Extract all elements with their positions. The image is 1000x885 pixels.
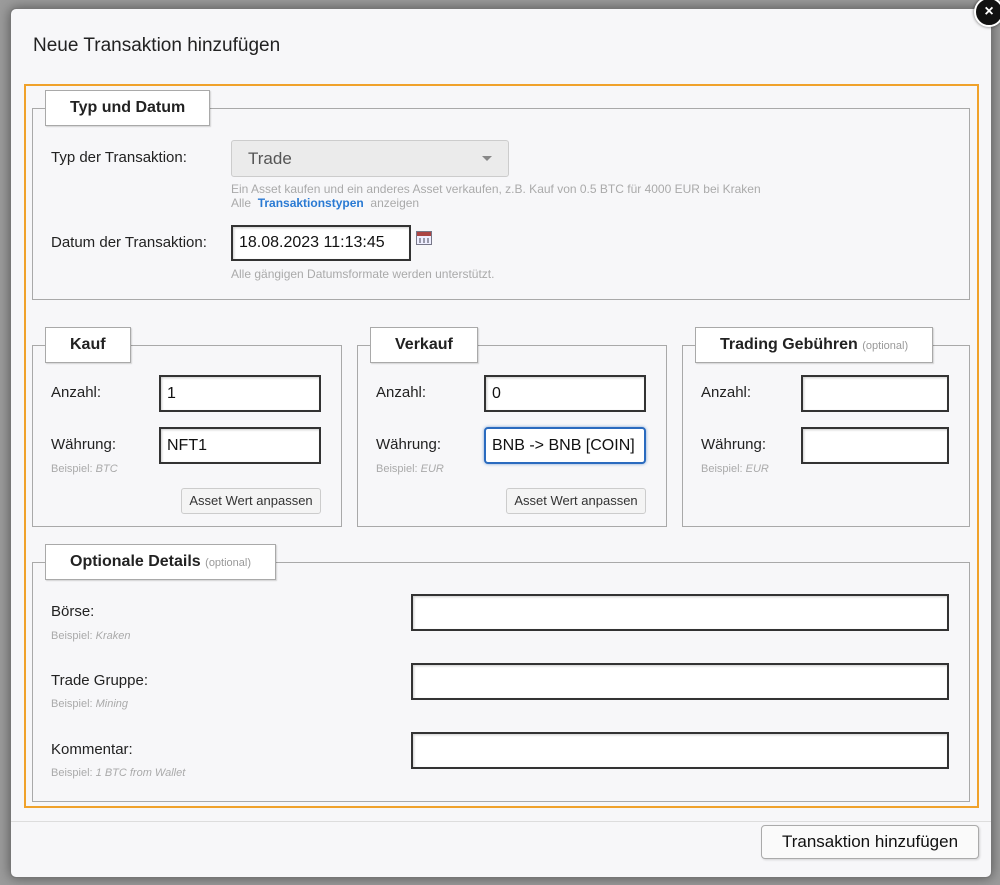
buy-example-value: BTC [95,463,118,475]
buy-example: Beispiel: BTC [51,463,118,475]
transaction-type-select[interactable]: Trade [231,140,509,177]
buy-amount-input[interactable]: 1 [159,375,321,412]
comment-label: Kommentar: [51,741,133,758]
add-transaction-button[interactable]: Transaktion hinzufügen [761,825,979,859]
comment-example-value: 1 BTC from Wallet [95,767,186,779]
type-label: Typ der Transaktion: [51,149,187,166]
date-hint: Alle gängigen Datumsformate werden unter… [231,267,495,281]
legend-type-date: Typ und Datum [45,90,211,126]
dialog-title: Neue Transaktion hinzufügen [33,35,281,56]
legend-sell: Verkauf [370,327,478,363]
footer-divider [11,821,991,822]
legend-buy: Kauf [45,327,131,363]
exchange-input[interactable] [411,594,949,631]
sell-example-value: EUR [420,463,444,475]
fieldset-sell: Verkauf Anzahl: 0 Währung: BNB -> BNB [C… [357,327,667,527]
legend-fees-title: Trading Gebühren [720,336,858,353]
fees-example-value: EUR [745,463,769,475]
buy-currency-input[interactable]: NFT1 [159,427,321,464]
exchange-example-value: Kraken [95,630,131,642]
legend-optional-tag: (optional) [205,557,252,569]
exchange-label: Börse: [51,603,95,620]
sell-adjust-value-button[interactable]: Asset Wert anpassen [506,488,646,514]
sell-amount-label: Anzahl: [376,384,427,401]
sell-example: Beispiel: EUR [376,463,444,475]
fees-amount-input[interactable] [801,375,949,412]
calendar-icon[interactable] [416,231,432,245]
fees-amount-label: Anzahl: [701,384,752,401]
fieldset-buy: Kauf Anzahl: 1 Währung: NFT1 Beispiel: B… [32,327,342,527]
transaction-types-link[interactable]: Transaktionstypen [258,196,364,210]
sell-example-prefix: Beispiel: [376,463,418,475]
fieldset-type-date: Typ und Datum Typ der Transaktion: Trade… [32,90,970,300]
date-label: Datum der Transaktion: [51,234,207,251]
trade-group-example: Beispiel: Mining [51,698,128,710]
exchange-example: Beispiel: Kraken [51,630,131,642]
legend-fees: Trading Gebühren (optional) [695,327,934,363]
legend-fees-optional: (optional) [862,340,909,352]
types-prefix: Alle [231,196,252,210]
comment-example-prefix: Beispiel: [51,767,93,779]
trade-group-example-value: Mining [95,698,129,710]
legend-optional-title: Optionale Details [70,553,201,570]
sell-amount-input[interactable]: 0 [484,375,646,412]
sell-currency-input[interactable]: BNB -> BNB [COIN] [484,427,646,464]
type-selected-value: Trade [248,148,292,168]
types-link-line: Alle Transaktionstypen anzeigen [231,196,419,210]
type-hint: Ein Asset kaufen und ein anderes Asset v… [231,182,761,196]
form-container: Typ und Datum Typ der Transaktion: Trade… [24,84,979,808]
buy-example-prefix: Beispiel: [51,463,93,475]
close-icon[interactable]: × [974,0,1000,27]
chevron-down-icon [482,156,492,161]
fieldset-fees: Trading Gebühren (optional) Anzahl: Währ… [682,327,970,527]
add-transaction-dialog: Neue Transaktion hinzufügen Typ und Datu… [10,8,992,878]
types-suffix: anzeigen [370,196,420,210]
fieldset-optional-details: Optionale Details (optional) Börse: Beis… [32,544,970,802]
comment-example: Beispiel: 1 BTC from Wallet [51,767,185,779]
trade-group-example-prefix: Beispiel: [51,698,93,710]
trade-group-input[interactable] [411,663,949,700]
date-input[interactable]: 18.08.2023 11:13:45 [231,225,411,261]
fees-currency-label: Währung: [701,436,767,453]
fees-example-prefix: Beispiel: [701,463,743,475]
trade-group-label: Trade Gruppe: [51,672,148,689]
comment-input[interactable] [411,732,949,769]
fees-example: Beispiel: EUR [701,463,769,475]
legend-optional-details: Optionale Details (optional) [45,544,277,580]
buy-currency-label: Währung: [51,436,117,453]
fees-currency-input[interactable] [801,427,949,464]
buy-adjust-value-button[interactable]: Asset Wert anpassen [181,488,321,514]
sell-currency-label: Währung: [376,436,442,453]
exchange-example-prefix: Beispiel: [51,630,93,642]
buy-amount-label: Anzahl: [51,384,102,401]
